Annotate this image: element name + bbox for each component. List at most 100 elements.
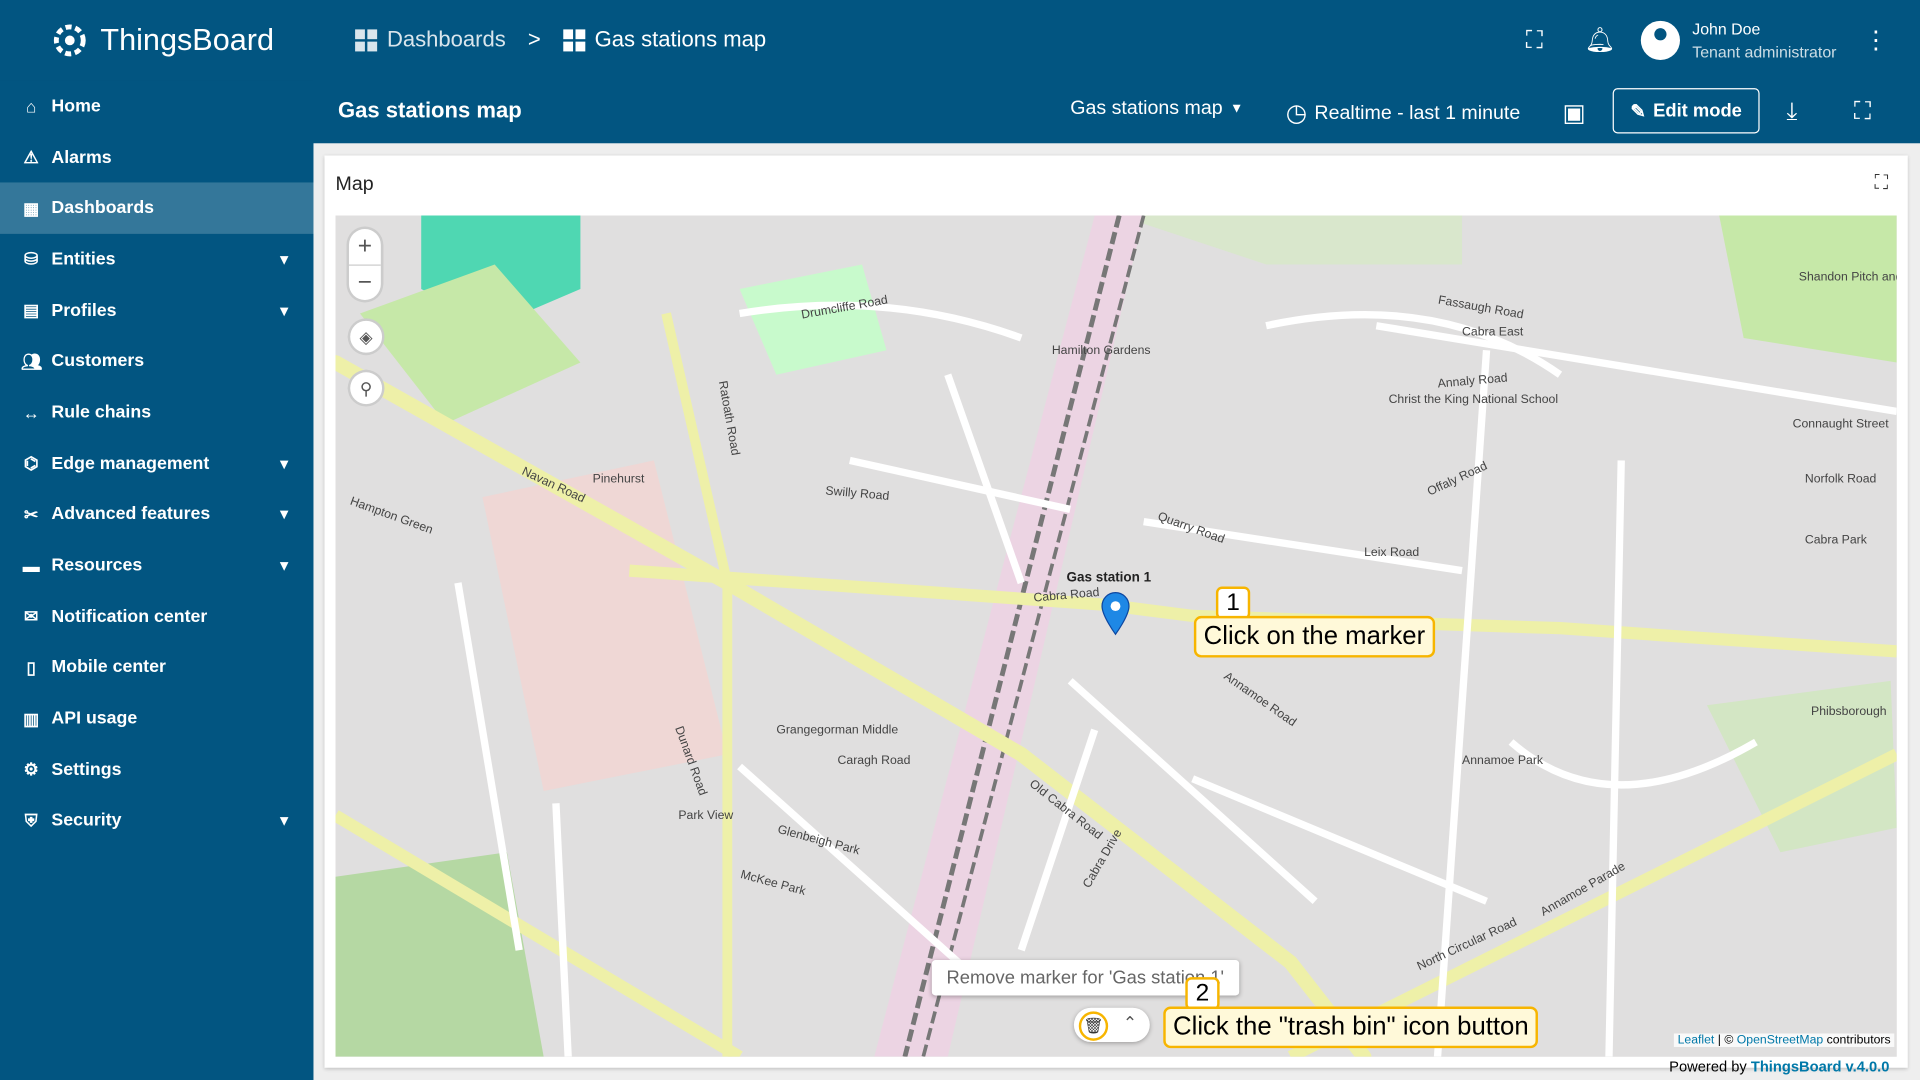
folder-icon: ▬ <box>22 555 40 576</box>
step-2-callout: Click the "trash bin" icon button <box>1163 1006 1539 1049</box>
sidebar-item-label: Profiles <box>51 300 117 321</box>
timewindow-button[interactable]: ◷ Realtime - last 1 minute <box>1286 98 1521 129</box>
street-label: Cabra East <box>1462 325 1524 340</box>
breadcrumb-label: Dashboards <box>386 26 506 52</box>
step-1-callout: Click on the marker <box>1193 615 1435 658</box>
chevron-down-icon[interactable]: ▼ <box>277 506 292 523</box>
map-attribution: Leaflet | © OpenStreetMap contributors <box>1673 1033 1895 1047</box>
state-select[interactable]: Gas stations map ▼ <box>1070 98 1243 120</box>
user-role: Tenant administrator <box>1692 42 1837 62</box>
breadcrumb-label: Gas stations map <box>594 26 767 52</box>
sidebar-item-label: Settings <box>51 760 122 780</box>
chevron-down-icon[interactable]: ▼ <box>277 557 292 574</box>
entities-icon: ⛁ <box>24 249 39 269</box>
customers-icon: 👥︎ <box>20 351 43 371</box>
street-label: Leix Road <box>1364 546 1420 560</box>
tools-icon: ✂ <box>24 504 39 524</box>
sidebar-item-label: Edge management <box>51 453 210 474</box>
gear-icon: ⚙ <box>23 759 39 780</box>
dashboard-title: Gas stations map <box>337 97 522 123</box>
sidebar-item-rule-chains[interactable]: ↔ Rule chains <box>0 387 313 438</box>
street-label: Grangegorman Middle <box>776 723 899 738</box>
breadcrumb: Dashboards > Gas stations map <box>355 27 766 53</box>
download-icon[interactable]: ⤓ <box>1787 98 1798 126</box>
edge-icon: ⌬ <box>23 453 39 473</box>
step-number-1: 1 <box>1215 586 1251 620</box>
sidebar-item-settings[interactable]: ⚙ Settings <box>0 744 313 795</box>
dashboard-icon <box>355 28 378 51</box>
dashboard-fullscreen-icon[interactable]: ⛶ <box>1854 98 1871 126</box>
sidebar-item-api-usage[interactable]: ▥ API usage <box>0 693 313 744</box>
app-name: ThingsBoard <box>100 22 274 57</box>
zoom-in-button[interactable]: + <box>349 229 381 265</box>
sidebar-item-resources[interactable]: ▬ Resources ▼ <box>0 540 313 591</box>
notifications-bell-icon[interactable]: 🔔︎ <box>1584 24 1615 55</box>
marker-edit-toolbar: 🗑︎ ⌃ <box>1073 1007 1150 1043</box>
sidebar-item-label: Security <box>51 811 122 831</box>
user-menu[interactable]: John Doe Tenant administrator <box>1640 17 1837 64</box>
map-canvas[interactable]: Cabra Road Navan Road Old Cabra Road Cabra … <box>335 215 1897 1057</box>
fullscreen-icon[interactable]: ⛶ <box>1526 27 1543 55</box>
profiles-icon: ▤ <box>23 300 40 320</box>
sidebar-item-alarms[interactable]: ⚠ Alarms <box>0 132 313 183</box>
street-label: Park View <box>678 809 734 823</box>
sidebar-item-label: Mobile center <box>51 658 166 678</box>
powered-by: Powered by ThingsBoard v.4.0.0 <box>1669 1058 1889 1075</box>
dropdown-arrow-icon: ▼ <box>1230 101 1244 117</box>
sidebar: ⌂ Home ⚠ Alarms ▦ Dashboards ⛁ Entities ▼ ▤ Profil… <box>0 80 314 1080</box>
app-logo[interactable]: ThingsBoard <box>47 17 274 64</box>
sidebar-item-mobile-center[interactable]: ▯ Mobile center <box>0 642 313 693</box>
trash-bin-icon: 🗑︎ <box>1083 1016 1104 1035</box>
sidebar-item-customers[interactable]: 👥︎ Customers <box>0 336 313 387</box>
sidebar-item-notification-center[interactable]: ✉ Notification center <box>0 591 313 642</box>
breadcrumb-current: Gas stations map <box>562 26 767 53</box>
sidebar-item-label: Advanced features <box>51 504 211 525</box>
chevron-down-icon[interactable]: ▼ <box>277 812 292 829</box>
attribution-suffix: contributors <box>1823 1033 1891 1047</box>
trash-bin-button[interactable]: 🗑︎ <box>1078 1011 1109 1041</box>
thingsboard-logo-icon <box>53 24 86 57</box>
sidebar-item-label: Notification center <box>51 607 208 627</box>
street-label: Phibsborough <box>1811 705 1887 719</box>
layers-button[interactable]: ◈ <box>347 318 385 356</box>
sidebar-item-entities[interactable]: ⛁ Entities ▼ <box>0 234 313 285</box>
osm-link[interactable]: OpenStreetMap <box>1737 1033 1823 1046</box>
chevron-down-icon[interactable]: ▼ <box>277 302 292 319</box>
add-marker-button[interactable]: ⚲ <box>347 369 385 407</box>
widget-fullscreen-icon[interactable]: ⛶ <box>1874 173 1888 195</box>
sidebar-item-label: Alarms <box>51 147 112 168</box>
layers-icon: ◈ <box>359 326 373 346</box>
edit-mode-button[interactable]: ✎ Edit mode <box>1612 88 1760 134</box>
street-label: Norfolk Road <box>1804 472 1877 487</box>
map-widget: Map ⛶ Cabra Road Navan Road Old Cabra Road… <box>324 155 1908 1075</box>
widget-title: Map <box>335 173 374 195</box>
collapse-icon[interactable]: ⌃ <box>1123 1013 1137 1034</box>
chevron-down-icon[interactable]: ▼ <box>277 455 292 472</box>
map-pin-icon: ⚲ <box>359 377 373 398</box>
leaflet-link[interactable]: Leaflet <box>1678 1033 1715 1046</box>
user-name: John Doe <box>1692 19 1761 38</box>
sidebar-item-edge-management[interactable]: ⌬ Edge management ▼ <box>0 438 313 489</box>
map-marker[interactable] <box>1100 591 1132 636</box>
powered-prefix: Powered by <box>1669 1057 1751 1076</box>
rule-chain-icon: ↔ <box>22 402 40 423</box>
breadcrumb-dashboards[interactable]: Dashboards <box>355 27 506 53</box>
sidebar-item-profiles[interactable]: ▤ Profiles ▼ <box>0 285 313 336</box>
export-image-icon[interactable]: ▣ <box>1562 98 1585 129</box>
sidebar-item-security[interactable]: ⛨ Security ▼ <box>0 795 313 846</box>
thingsboard-link[interactable]: ThingsBoard v.4.0.0 <box>1751 1058 1890 1075</box>
more-vert-icon[interactable]: ⋮ <box>1864 24 1888 55</box>
breadcrumb-separator: > <box>527 26 541 52</box>
dashboard-icon: ▦ <box>23 198 40 218</box>
sidebar-item-label: API usage <box>51 709 138 729</box>
street-label: Christ the King National School <box>1388 393 1559 407</box>
sidebar-item-dashboards[interactable]: ▦ Dashboards <box>0 182 314 234</box>
sidebar-item-advanced-features[interactable]: ✂ Advanced features ▼ <box>0 489 313 540</box>
sidebar-item-label: Customers <box>51 351 145 372</box>
chevron-down-icon[interactable]: ▼ <box>277 251 292 268</box>
street-label: Cabra Park <box>1804 533 1867 548</box>
zoom-control: + − <box>346 226 384 303</box>
sidebar-item-home[interactable]: ⌂ Home <box>0 81 313 132</box>
clock-icon: ◷ <box>1285 100 1308 128</box>
zoom-out-button[interactable]: − <box>348 264 381 301</box>
